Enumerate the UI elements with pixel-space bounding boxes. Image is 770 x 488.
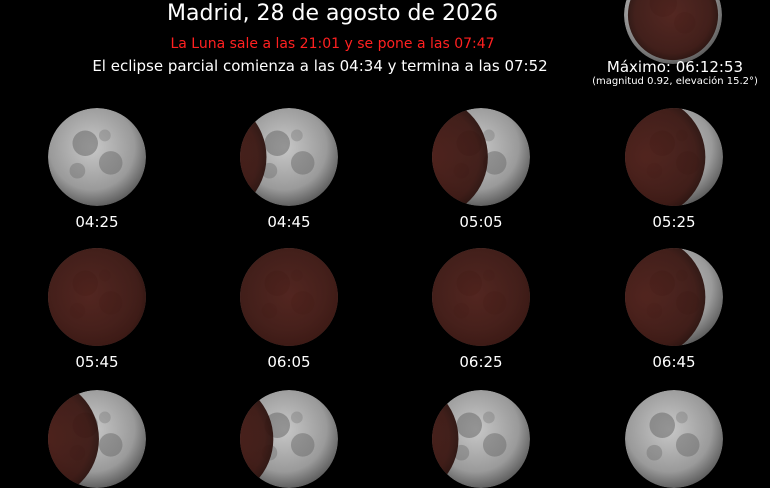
phase-time-label: 06:25: [459, 353, 503, 371]
moon-phase-image: [625, 108, 723, 206]
phase-time-label: 05:25: [652, 213, 696, 231]
moon-phase-image: [48, 108, 146, 206]
maximum-details: (magnitud 0.92, elevación 15.2°): [592, 76, 758, 87]
phase-time-label: 05:05: [459, 213, 503, 231]
phase-time-label: 06:05: [267, 353, 311, 371]
moon-phase-image: [625, 248, 723, 346]
moon-phase-image: [625, 390, 723, 488]
moon-phase-image: [240, 248, 338, 346]
moon-phase-image: [432, 390, 530, 488]
moon-phase-image: [432, 248, 530, 346]
moon-phase-image: [240, 390, 338, 488]
phase-time-label: 04:45: [267, 213, 311, 231]
moonrise-info: La Luna sale a las 21:01 y se pone a las…: [170, 36, 495, 52]
moon-phase-image: [240, 108, 338, 206]
moon-phase-image: [48, 248, 146, 346]
phase-time-label: 04:25: [75, 213, 119, 231]
maximum-moon: [624, 0, 722, 64]
eclipse-info: El eclipse parcial comienza a las 04:34 …: [92, 57, 548, 75]
page-title: Madrid, 28 de agosto de 2026: [167, 1, 498, 26]
moon-phase-image: [48, 390, 146, 488]
phase-time-label: 06:45: [652, 353, 696, 371]
maximum-time: Máximo: 06:12:53: [606, 58, 744, 76]
phase-time-label: 05:45: [75, 353, 119, 371]
moon-phase-image: [432, 108, 530, 206]
